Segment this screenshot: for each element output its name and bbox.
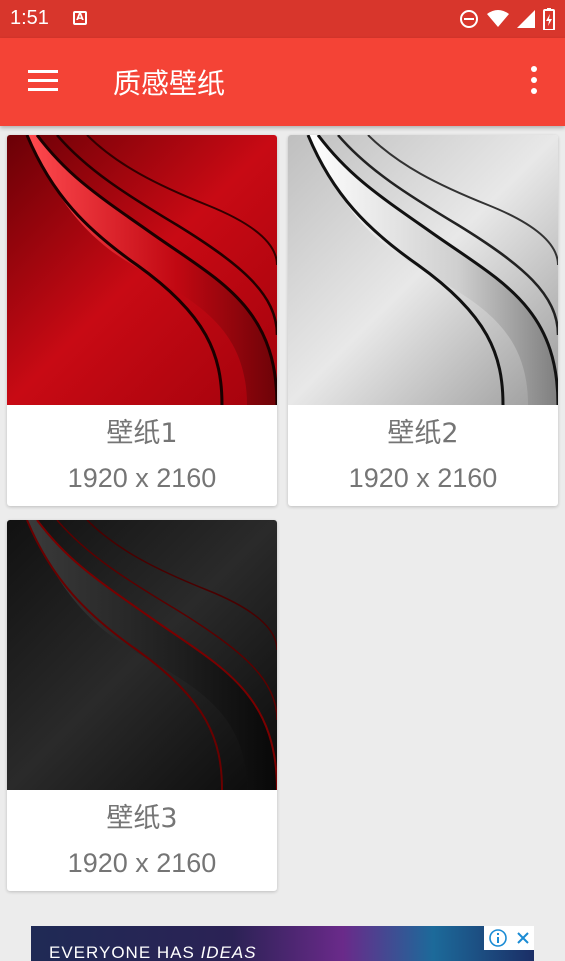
status-bar: 1:51 A	[0, 0, 565, 38]
more-options-icon[interactable]	[529, 66, 539, 98]
wallpaper-size: 1920 x 2160	[67, 463, 217, 493]
wallpaper-thumbnail	[7, 520, 277, 790]
status-time: 1:51	[10, 7, 49, 29]
wallpaper-card[interactable]: 壁纸3 1920 x 2160	[7, 520, 277, 891]
wallpaper-thumbnail	[7, 135, 277, 405]
battery-icon	[543, 8, 555, 30]
wallpaper-card[interactable]: 壁纸2 1920 x 2160	[288, 135, 558, 506]
ad-text: EVERYONE HAS IDEAS	[49, 943, 257, 961]
wallpaper-size: 1920 x 2160	[67, 848, 217, 878]
ad-controls	[484, 926, 534, 950]
do-not-disturb-icon	[460, 10, 478, 28]
signal-icon	[517, 10, 535, 28]
wallpaper-name: 壁纸2	[387, 418, 459, 449]
ad-close-icon[interactable]	[516, 931, 530, 945]
app-bar: 质感壁纸	[0, 38, 565, 126]
ad-banner[interactable]: EVERYONE HAS IDEAS	[31, 926, 534, 961]
page-title: 质感壁纸	[113, 67, 226, 100]
menu-icon[interactable]	[28, 70, 60, 94]
status-icons	[459, 8, 555, 30]
wifi-icon	[487, 10, 509, 27]
ad-info-icon[interactable]	[488, 929, 507, 947]
wallpaper-thumbnail	[288, 135, 558, 405]
a-icon: A	[73, 11, 87, 25]
wallpaper-card[interactable]: 壁纸1 1920 x 2160	[7, 135, 277, 506]
wallpaper-size: 1920 x 2160	[348, 463, 498, 493]
wallpaper-name: 壁纸3	[106, 803, 178, 834]
wallpaper-name: 壁纸1	[106, 418, 178, 449]
